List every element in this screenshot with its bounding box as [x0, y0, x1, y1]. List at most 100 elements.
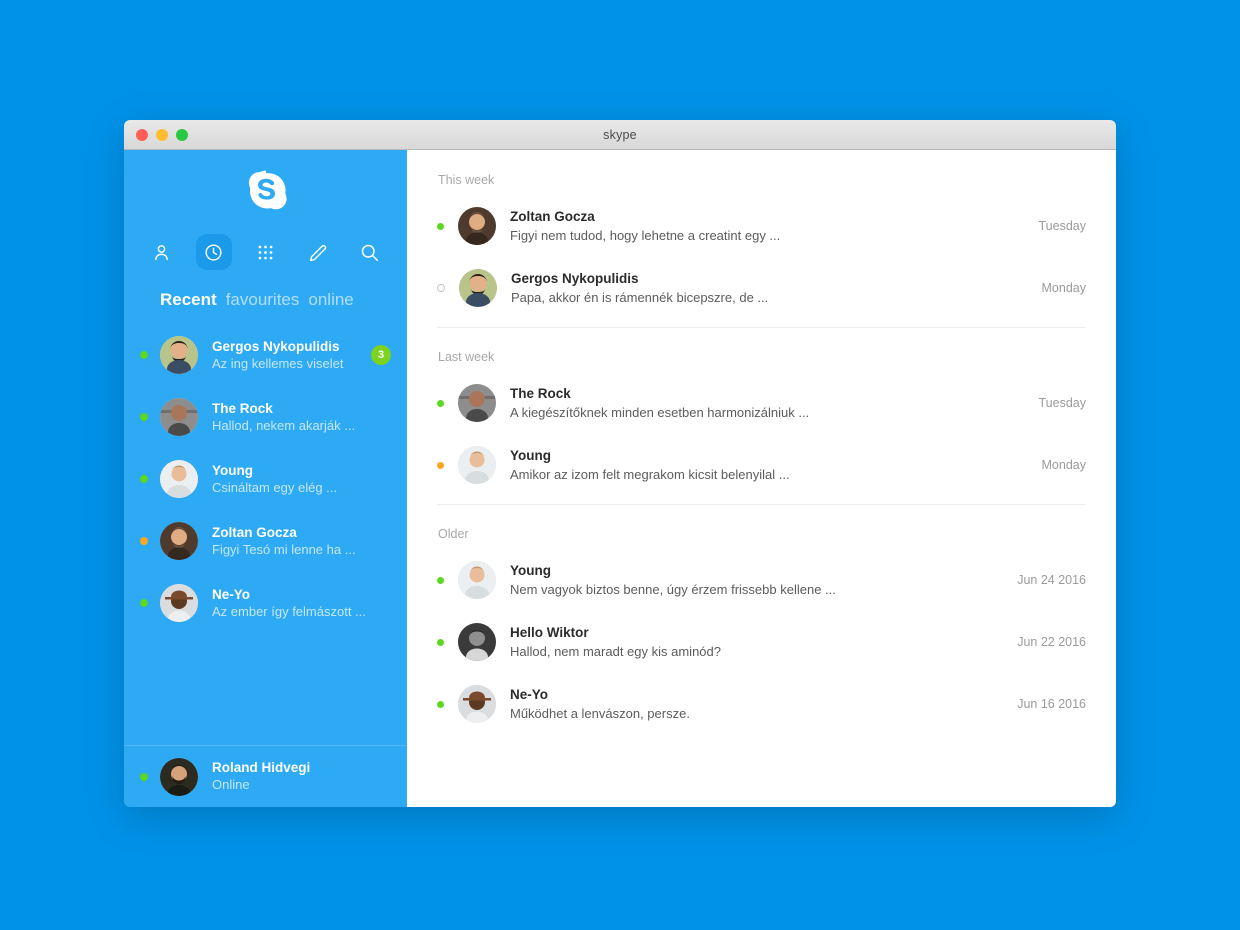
status-dot — [437, 222, 444, 230]
contact-name: The Rock — [212, 400, 273, 416]
window-body: Recent favourites online Gergos Nykopuli… — [124, 150, 1116, 807]
contact-name: Ne-Yo — [212, 586, 251, 602]
avatar — [160, 398, 198, 436]
avatar — [458, 623, 496, 661]
status-dot — [437, 284, 445, 292]
avatar-roland-icon — [160, 757, 198, 796]
nav-recent-button[interactable] — [195, 234, 232, 270]
conversation-row[interactable]: Young Amikor az izom felt megrakom kicsi… — [437, 434, 1086, 496]
current-user-name: Roland Hidvegi — [212, 760, 311, 775]
avatar — [458, 384, 496, 422]
conversation-text: Ne-Yo Működhet a lenvászon, persze. — [510, 686, 999, 723]
status-dot — [437, 461, 444, 469]
conversation-row[interactable]: Gergos Nykopulidis Papa, akkor én is rám… — [437, 257, 1086, 319]
group-label: Last week — [438, 350, 495, 364]
list-item-text: Young Csináltam egy elég ... — [212, 462, 391, 497]
avatar — [160, 584, 198, 622]
status-dot — [140, 537, 148, 545]
group-label: Older — [438, 527, 469, 541]
avatar-gergos-icon — [160, 336, 198, 374]
nav-contacts-button[interactable] — [144, 234, 180, 270]
skype-logo-icon — [248, 170, 287, 210]
contact-name: Zoltan Gocza — [212, 524, 297, 540]
maximize-button[interactable] — [176, 128, 188, 141]
status-dot — [140, 413, 148, 421]
conversation-preview: Figyi nem tudod, hogy lehetne a creatint… — [510, 227, 781, 243]
window-title: skype — [603, 127, 637, 142]
status-dot — [140, 351, 148, 359]
nav-dialpad-button[interactable] — [248, 234, 284, 270]
list-item-text: Gergos Nykopulidis Az ing kellemes visel… — [212, 338, 371, 373]
list-item-text: Zoltan Gocza Figyi Tesó mi lenne ha ... — [212, 524, 391, 559]
search-icon — [361, 244, 379, 261]
sidebar: Recent favourites online Gergos Nykopuli… — [124, 150, 407, 807]
window-controls — [136, 128, 188, 141]
sidebar-nav — [124, 228, 407, 276]
current-user-status: Online — [212, 777, 250, 792]
conversation-name: Gergos Nykopulidis — [511, 270, 639, 286]
avatar — [160, 336, 198, 374]
conversation-text: Zoltan Gocza Figyi nem tudod, hogy lehet… — [510, 208, 1021, 245]
avatar-zoltan-icon — [160, 522, 198, 560]
conversation-time: Tuesday — [1038, 396, 1086, 410]
conversation-row[interactable]: Ne-Yo Működhet a lenvászon, persze. Jun … — [437, 673, 1086, 735]
conversation-preview: Nem vagyok biztos benne, úgy érzem friss… — [510, 581, 836, 597]
conversation-row[interactable]: Zoltan Gocza Figyi nem tudod, hogy lehet… — [437, 195, 1086, 257]
contact-message: Az ember így felmászott ... — [212, 603, 366, 619]
conversation-name: Hello Wiktor — [510, 624, 589, 640]
conversation-time: Monday — [1041, 458, 1086, 472]
conversation-row[interactable]: The Rock A kiegészítőknek minden esetben… — [437, 372, 1086, 434]
avatar — [160, 757, 198, 796]
conversation-text: Young Amikor az izom felt megrakom kicsi… — [510, 447, 1024, 484]
contact-message: Az ing kellemes viselet — [212, 355, 344, 371]
conversation-time: Tuesday — [1038, 219, 1086, 233]
contact-message: Hallod, nekem akarják ... — [212, 417, 356, 433]
avatar-the-rock-icon — [458, 384, 496, 422]
avatar — [160, 522, 198, 560]
conversation-text: Young Nem vagyok biztos benne, úgy érzem… — [510, 562, 999, 599]
list-item[interactable]: Ne-Yo Az ember így felmászott ... — [124, 572, 407, 634]
avatar — [459, 269, 497, 307]
status-dot — [437, 576, 444, 584]
conversation-name: Ne-Yo — [510, 686, 549, 702]
avatar-young-icon — [458, 561, 496, 599]
conversation-time: Jun 22 2016 — [1017, 635, 1086, 649]
title-bar: skype — [124, 120, 1116, 150]
contact-message: Figyi Tesó mi lenne ha ... — [212, 541, 356, 557]
conversation-row[interactable]: Young Nem vagyok biztos benne, úgy érzem… — [437, 549, 1086, 611]
avatar — [458, 207, 496, 245]
contact-message: Csináltam egy elég ... — [212, 479, 338, 495]
clock-icon — [205, 243, 222, 261]
list-item[interactable]: Zoltan Gocza Figyi Tesó mi lenne ha ... — [124, 510, 407, 572]
status-dot — [140, 599, 148, 607]
tab-favourites[interactable]: favourites — [226, 290, 300, 310]
current-user-row[interactable]: Roland Hidvegi Online — [124, 745, 407, 807]
conversation-preview: Hallod, nem maradt egy kis aminód? — [510, 643, 721, 659]
conversation-preview: A kiegészítőknek minden esetben harmoniz… — [510, 404, 810, 420]
conversation-row[interactable]: Hello Wiktor Hallod, nem maradt egy kis … — [437, 611, 1086, 673]
tab-online[interactable]: online — [308, 290, 353, 310]
avatar — [160, 460, 198, 498]
list-item-text: The Rock Hallod, nekem akarják ... — [212, 400, 391, 435]
tab-recent[interactable]: Recent — [160, 290, 217, 310]
close-button[interactable] — [136, 128, 148, 141]
contact-list: Gergos Nykopulidis Az ing kellemes visel… — [124, 322, 407, 745]
list-item[interactable]: Young Csináltam egy elég ... — [124, 448, 407, 510]
list-item-text: Ne-Yo Az ember így felmászott ... — [212, 586, 391, 621]
nav-compose-button[interactable] — [300, 234, 336, 270]
conversation-name: Young — [510, 562, 551, 578]
skype-window: skype Recent favourites online Gergos Ny… — [124, 120, 1116, 807]
conversation-name: Young — [510, 447, 551, 463]
status-dot — [437, 399, 444, 407]
unread-badge: 3 — [371, 345, 391, 365]
list-item[interactable]: The Rock Hallod, nekem akarják ... — [124, 386, 407, 448]
avatar-young-icon — [458, 446, 496, 484]
list-item[interactable]: Gergos Nykopulidis Az ing kellemes visel… — [124, 324, 407, 386]
current-user-text: Roland Hidvegi Online — [212, 759, 407, 794]
minimize-button[interactable] — [156, 128, 168, 141]
avatar-young-icon — [160, 460, 198, 498]
skype-logo-wrap — [124, 150, 407, 228]
nav-search-button[interactable] — [352, 234, 388, 270]
avatar — [458, 561, 496, 599]
conversation-name: The Rock — [510, 385, 571, 401]
